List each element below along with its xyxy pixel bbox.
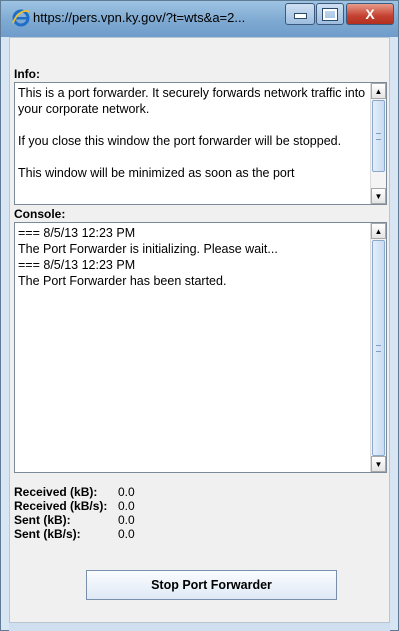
info-paragraph: This window will be minimized as soon as… [18, 166, 295, 180]
info-textarea[interactable]: This is a port forwarder. It securely fo… [14, 82, 387, 205]
arrow-up-icon[interactable]: ▲ [371, 83, 386, 99]
stop-port-forwarder-button[interactable]: Stop Port Forwarder [86, 570, 337, 600]
console-line: The Port Forwarder has been started. [18, 274, 227, 288]
console-scrollbar[interactable]: ▲ ▼ [370, 223, 386, 472]
port-forwarder-window: https://pers.vpn.ky.gov/?t=wts&a=2... X … [0, 0, 399, 631]
minimize-button[interactable] [285, 3, 315, 25]
info-text: This is a port forwarder. It securely fo… [18, 85, 370, 181]
info-paragraph: If you close this window the port forwar… [18, 134, 342, 148]
console-line: The Port Forwarder is initializing. Plea… [18, 242, 278, 256]
console-line: === 8/5/13 12:23 PM [18, 226, 136, 240]
window-bottom-edge [9, 623, 390, 631]
console-line: === 8/5/13 12:23 PM [18, 258, 136, 272]
content-panel: Info: This is a port forwarder. It secur… [9, 37, 390, 623]
arrow-down-icon[interactable]: ▼ [371, 456, 386, 472]
maximize-button[interactable] [316, 3, 344, 25]
info-label: Info: [14, 67, 40, 81]
console-label: Console: [14, 207, 66, 221]
console-text: === 8/5/13 12:23 PM The Port Forwarder is… [18, 225, 370, 289]
console-textarea[interactable]: === 8/5/13 12:23 PM The Port Forwarder is… [14, 222, 387, 473]
ie-icon [12, 9, 30, 27]
info-paragraph: This is a port forwarder. It securely fo… [18, 86, 366, 116]
title-bar[interactable]: https://pers.vpn.ky.gov/?t=wts&a=2... X [1, 1, 398, 37]
close-icon: X [365, 6, 375, 22]
info-scrollbar[interactable]: ▲ ▼ [370, 83, 386, 204]
console-scroll-thumb[interactable] [372, 240, 385, 456]
close-button[interactable]: X [346, 3, 394, 25]
arrow-up-icon[interactable]: ▲ [371, 223, 386, 239]
arrow-down-icon[interactable]: ▼ [371, 188, 386, 204]
minimize-icon [293, 13, 307, 19]
maximize-icon [322, 7, 338, 21]
info-scroll-thumb[interactable] [372, 100, 385, 172]
window-title: https://pers.vpn.ky.gov/?t=wts&a=2... [33, 10, 246, 25]
